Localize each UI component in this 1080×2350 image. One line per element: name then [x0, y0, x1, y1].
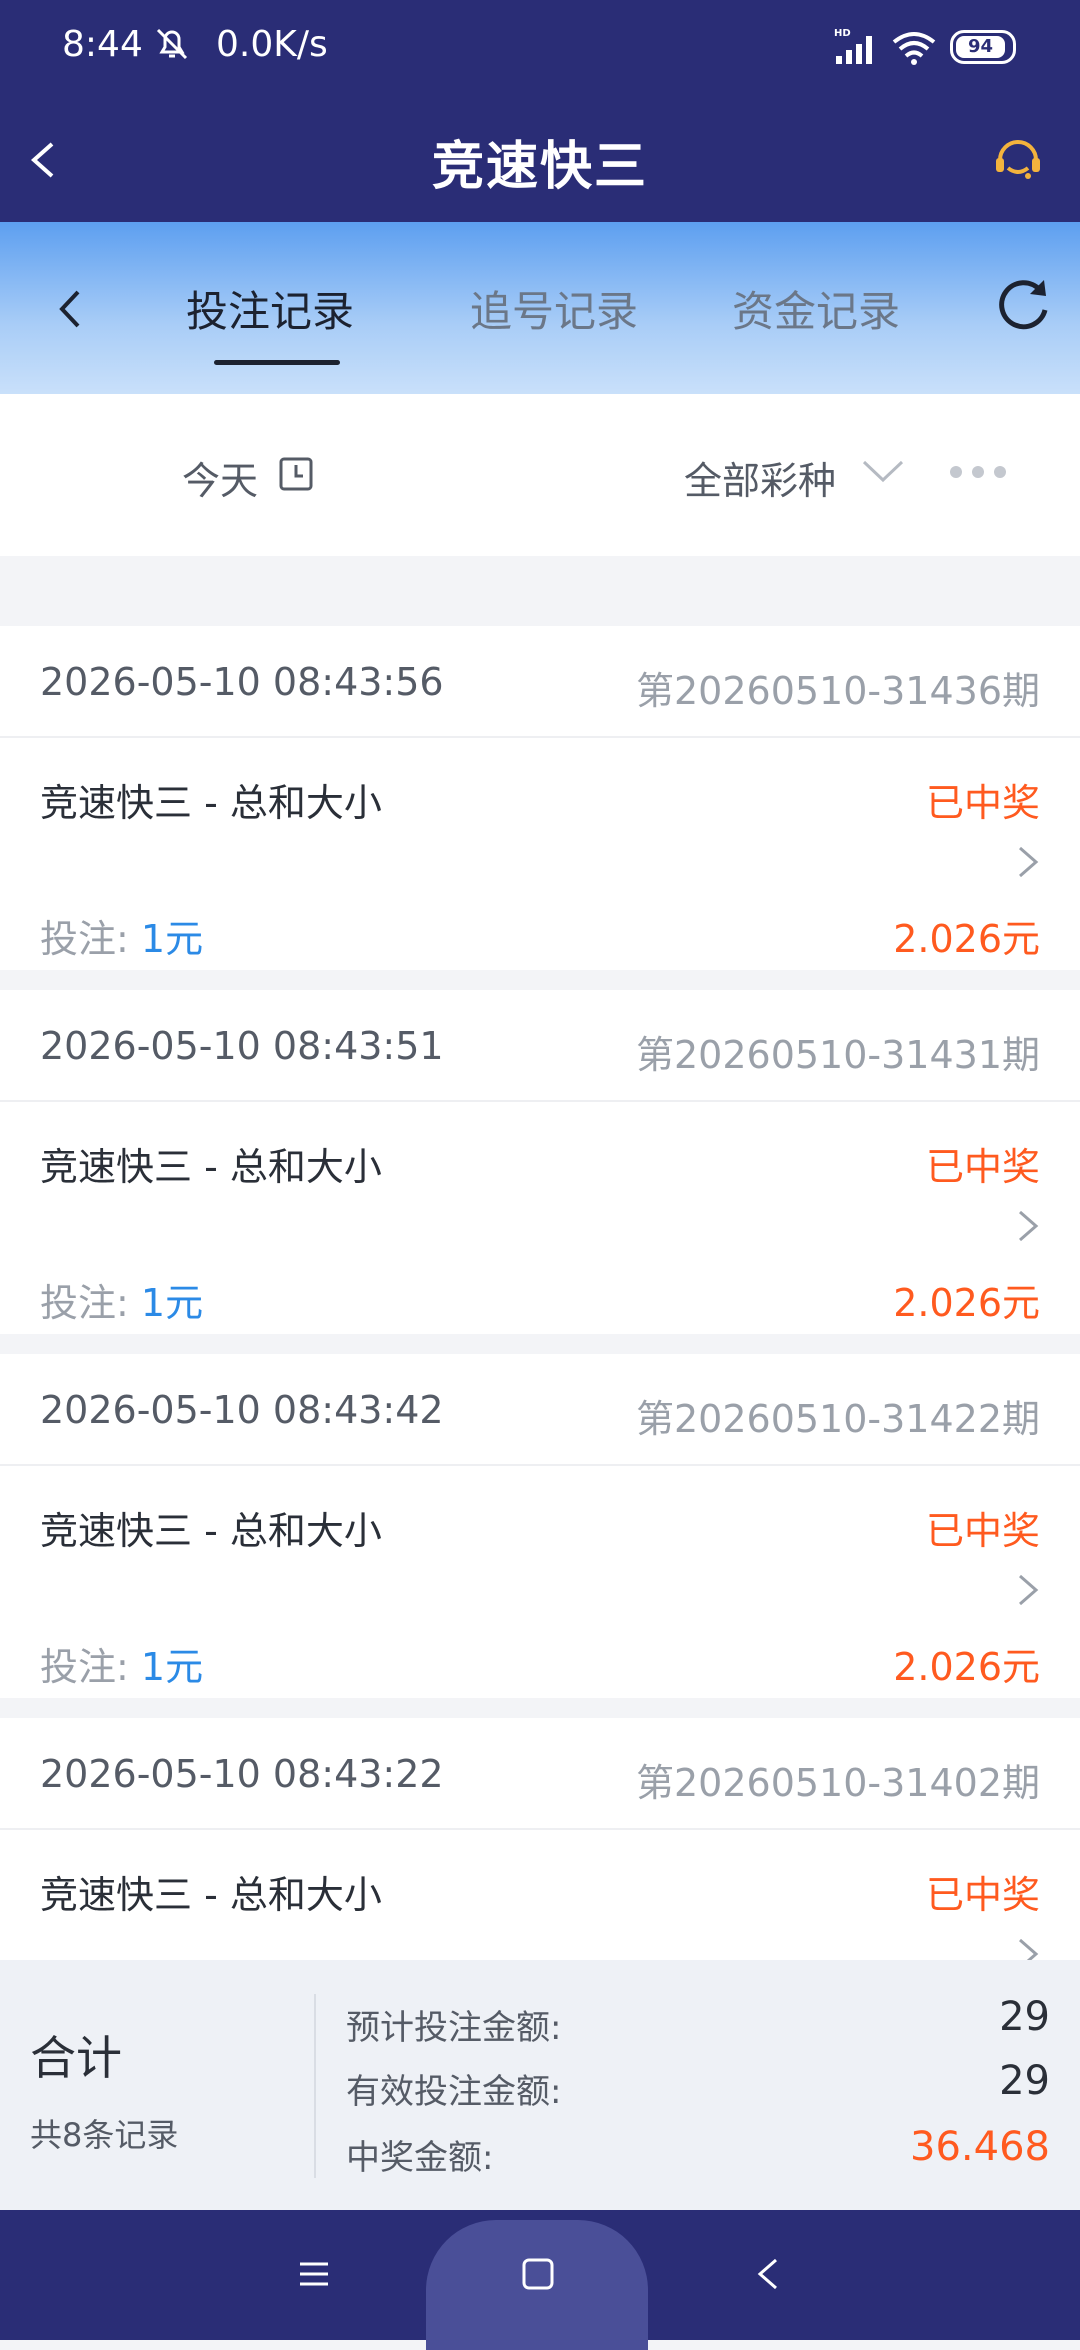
record-time: 2026-05-10 08:43:42 [40, 1388, 444, 1432]
record-bet: 投注: 1元 [40, 908, 203, 963]
system-nav-bar [0, 2210, 1080, 2350]
status-bar: 8:44 0.0K/s HD 94 [0, 0, 1080, 96]
record-issue: 第20260510-31431期 [635, 1033, 1040, 1077]
summary-divider [314, 1994, 316, 2178]
tab-fund-records[interactable]: 资金记录 [732, 278, 900, 339]
bet-label: 投注: [40, 1281, 141, 1325]
record-game-name: 竞速快三 - 总和大小 [40, 1873, 382, 1917]
battery-level: 94 [956, 36, 1005, 58]
record-time: 2026-05-10 08:43:51 [40, 1024, 444, 1068]
home-icon[interactable] [520, 2256, 556, 2292]
record-win-amount: 2.026元 [893, 917, 1040, 961]
back-nav-icon[interactable] [756, 2254, 780, 2294]
more-icon[interactable] [948, 464, 1008, 480]
menu-icon[interactable] [296, 2256, 332, 2292]
prize-label: 中奖金额: [346, 2138, 494, 2178]
record-issue: 第20260510-31422期 [635, 1397, 1040, 1441]
record-bet: 投注: 1元 [40, 1272, 203, 1327]
active-tab-indicator [214, 360, 340, 365]
record-time: 2026-05-10 08:43:22 [40, 1752, 444, 1796]
chevron-left-icon[interactable] [52, 284, 88, 334]
customer-service-icon[interactable] [990, 130, 1046, 186]
record-game-name: 竞速快三 - 总和大小 [40, 1509, 382, 1553]
filter-bar: 今天 全部彩种 [0, 394, 1080, 556]
bet-amount: 1元 [140, 917, 204, 961]
record-card-header: 2026-05-10 08:43:56 第20260510-31436期 [0, 626, 1080, 738]
wifi-icon [892, 32, 936, 65]
record-card-header: 2026-05-10 08:43:42 第20260510-31422期 [0, 1354, 1080, 1466]
record-card-header: 2026-05-10 08:43:51 第20260510-31431期 [0, 990, 1080, 1102]
effective-bet-label: 有效投注金额: [346, 2072, 562, 2112]
chevron-right-icon[interactable] [1016, 1206, 1040, 1246]
record-issue: 第20260510-31402期 [635, 1761, 1040, 1805]
app-header: 竞速快三 [0, 96, 1080, 222]
chevron-right-icon[interactable] [1016, 1570, 1040, 1610]
date-filter[interactable]: 今天 [182, 450, 258, 505]
record-win-amount: 2.026元 [893, 1645, 1040, 1689]
tab-bet-records[interactable]: 投注记录 [186, 278, 354, 339]
calendar-clock-icon[interactable] [278, 456, 314, 492]
summary-panel: 合计 共8条记录 预计投注金额: 29 有效投注金额: 29 中奖金额: 36.… [0, 1960, 1080, 2210]
summary-title: 合计 [30, 2031, 122, 2085]
record-game-name: 竞速快三 - 总和大小 [40, 1145, 382, 1189]
record-status: 已中奖 [925, 1509, 1040, 1553]
signal-icon: HD [834, 28, 872, 64]
record-time: 2026-05-10 08:43:56 [40, 660, 444, 704]
record-bet: 投注: 1元 [40, 1636, 203, 1691]
record-card[interactable]: 2026-05-10 08:43:51 第20260510-31431期 竞速快… [0, 990, 1080, 1334]
prize-value: 36.468 [910, 2124, 1050, 2170]
record-count: 共8条记录 [30, 2116, 179, 2154]
svg-text:HD: HD [834, 28, 851, 39]
record-issue: 第20260510-31436期 [635, 669, 1040, 713]
bet-label: 投注: [40, 917, 141, 961]
bet-amount: 1元 [140, 1645, 204, 1689]
expected-bet-value: 29 [999, 1994, 1050, 2040]
record-tabs: 投注记录 追号记录 资金记录 [0, 222, 1080, 394]
record-status: 已中奖 [925, 781, 1040, 825]
refresh-icon[interactable] [994, 276, 1052, 334]
network-speed: 0.0K/s [216, 24, 328, 65]
record-card-header: 2026-05-10 08:43:22 第20260510-31402期 [0, 1718, 1080, 1830]
chevron-down-icon[interactable] [860, 458, 906, 486]
record-status: 已中奖 [925, 1873, 1040, 1917]
record-card[interactable]: 2026-05-10 08:43:42 第20260510-31422期 竞速快… [0, 1354, 1080, 1698]
expected-bet-label: 预计投注金额: [346, 2008, 562, 2048]
page-title: 竞速快三 [431, 137, 648, 197]
record-status: 已中奖 [925, 1145, 1040, 1189]
effective-bet-value: 29 [999, 2058, 1050, 2104]
bet-label: 投注: [40, 1645, 141, 1689]
bell-muted-icon [156, 28, 188, 60]
battery-icon: 94 [950, 30, 1016, 64]
status-time: 8:44 [62, 24, 143, 65]
record-card[interactable]: 2026-05-10 08:43:22 第20260510-31402期 竞速快… [0, 1718, 1080, 1960]
chevron-right-icon[interactable] [1016, 1934, 1040, 1960]
bet-amount: 1元 [140, 1281, 204, 1325]
tab-chase-records[interactable]: 追号记录 [470, 278, 638, 339]
lottery-filter[interactable]: 全部彩种 [684, 450, 836, 505]
record-win-amount: 2.026元 [893, 1281, 1040, 1325]
chevron-right-icon[interactable] [1016, 842, 1040, 882]
record-game-name: 竞速快三 - 总和大小 [40, 781, 382, 825]
record-card[interactable]: 2026-05-10 08:43:56 第20260510-31436期 竞速快… [0, 626, 1080, 970]
